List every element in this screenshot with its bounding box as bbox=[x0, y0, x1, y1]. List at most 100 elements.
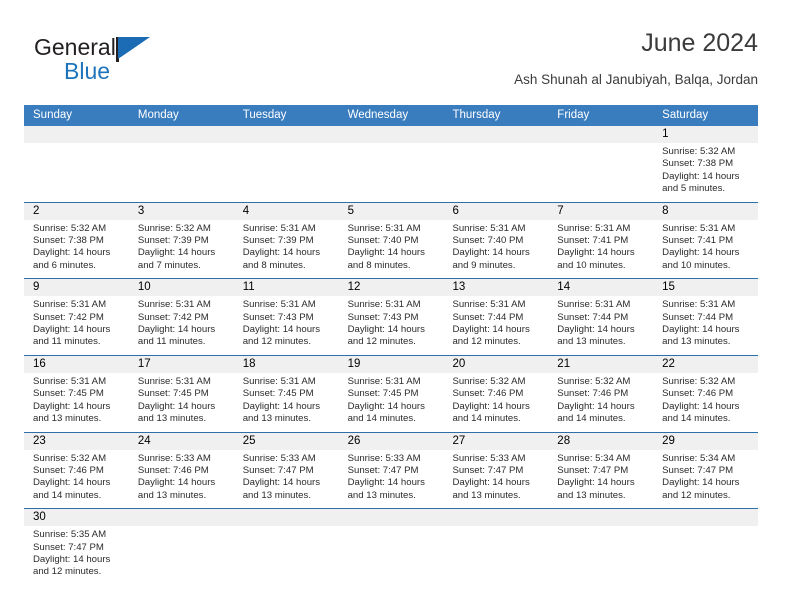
day-number: 18 bbox=[233, 355, 339, 373]
daylight-text-line1: Daylight: 14 hours bbox=[662, 324, 740, 336]
day-number bbox=[548, 509, 654, 527]
sunset-text: Sunset: 7:41 PM bbox=[557, 235, 629, 247]
calendar-day-cell[interactable]: 26 Sunrise: 5:33 AM Sunset: 7:47 PM Dayligh… bbox=[338, 432, 444, 509]
sunset-text: Sunset: 7:44 PM bbox=[662, 311, 734, 323]
sunset-text: Sunset: 7:47 PM bbox=[33, 541, 104, 553]
calendar-day-cell[interactable]: 27 Sunrise: 5:33 AM Sunset: 7:47 PM Dayligh… bbox=[443, 432, 549, 509]
sunrise-text: Sunrise: 5:31 AM bbox=[137, 299, 211, 311]
day-number: 1 bbox=[653, 126, 759, 143]
calendar-day-cell[interactable]: 23 Sunrise: 5:32 AM Sunset: 7:46 PM Dayligh… bbox=[24, 432, 129, 509]
sunrise-text: Sunrise: 5:31 AM bbox=[347, 375, 421, 387]
daylight-text-line2: and 10 minutes. bbox=[557, 259, 626, 271]
calendar-week-row: 30 Sunrise: 5:35 AM Sunset: 7:47 PM Dayligh… bbox=[24, 508, 759, 585]
day-details: Sunrise: 5:32 AM Sunset: 7:46 PM Daylight:… bbox=[443, 373, 548, 432]
weekday-header-monday: Monday bbox=[137, 109, 179, 121]
calendar-day-cell[interactable]: 18 Sunrise: 5:31 AM Sunset: 7:45 PM Dayligh… bbox=[233, 355, 339, 432]
calendar-day-cell[interactable]: 1 Sunrise: 5:32 AM Sunset: 7:38 PM Daylight… bbox=[653, 126, 759, 202]
day-details: Sunrise: 5:31 AM Sunset: 7:44 PM Daylight:… bbox=[443, 296, 548, 355]
daylight-text-line1: Daylight: 14 hours bbox=[557, 477, 635, 489]
calendar-day-cell-empty bbox=[233, 126, 339, 202]
day-details: Sunrise: 5:32 AM Sunset: 7:38 PM Daylight:… bbox=[653, 143, 758, 202]
daylight-text-line1: Daylight: 14 hours bbox=[452, 400, 530, 412]
day-number: 11 bbox=[233, 279, 339, 297]
calendar-day-cell[interactable]: 29 Sunrise: 5:34 AM Sunset: 7:47 PM Dayligh… bbox=[653, 432, 759, 509]
day-number: 9 bbox=[24, 279, 129, 297]
calendar-day-cell-empty bbox=[128, 126, 234, 202]
sunset-text: Sunset: 7:47 PM bbox=[662, 464, 734, 476]
sunrise-text: Sunrise: 5:31 AM bbox=[242, 375, 316, 387]
daylight-text-line2: and 13 minutes. bbox=[662, 336, 731, 348]
calendar-day-cell[interactable]: 24 Sunrise: 5:33 AM Sunset: 7:46 PM Dayligh… bbox=[128, 432, 234, 509]
sunset-text: Sunset: 7:40 PM bbox=[452, 235, 524, 247]
calendar-day-cell[interactable]: 4 Sunrise: 5:31 AM Sunset: 7:39 PM Daylight… bbox=[233, 202, 339, 279]
daylight-text-line2: and 12 minutes. bbox=[662, 489, 731, 501]
day-details: Sunrise: 5:31 AM Sunset: 7:41 PM Daylight:… bbox=[548, 220, 653, 279]
sunset-text: Sunset: 7:47 PM bbox=[347, 464, 419, 476]
sunset-text: Sunset: 7:44 PM bbox=[452, 311, 524, 323]
sunrise-text: Sunrise: 5:33 AM bbox=[452, 452, 526, 464]
calendar-day-cell[interactable]: 7 Sunrise: 5:31 AM Sunset: 7:41 PM Daylight… bbox=[548, 202, 654, 279]
calendar-day-cell[interactable]: 13 Sunrise: 5:31 AM Sunset: 7:44 PM Dayligh… bbox=[443, 279, 549, 355]
sunrise-text: Sunrise: 5:31 AM bbox=[557, 222, 631, 234]
daylight-text-line1: Daylight: 14 hours bbox=[242, 324, 321, 336]
calendar-day-cell-empty bbox=[653, 509, 759, 585]
sunset-text: Sunset: 7:47 PM bbox=[452, 464, 524, 476]
calendar-day-cell-empty bbox=[24, 126, 129, 202]
calendar-day-cell[interactable]: 11 Sunrise: 5:31 AM Sunset: 7:43 PM Dayligh… bbox=[233, 279, 339, 355]
daylight-text-line1: Daylight: 14 hours bbox=[347, 324, 425, 336]
calendar-day-cell[interactable]: 10 Sunrise: 5:31 AM Sunset: 7:42 PM Dayligh… bbox=[128, 279, 234, 355]
daylight-text-line2: and 7 minutes. bbox=[137, 259, 201, 271]
sunset-text: Sunset: 7:46 PM bbox=[33, 464, 104, 476]
day-details: Sunrise: 5:31 AM Sunset: 7:45 PM Daylight:… bbox=[339, 373, 444, 432]
day-number: 2 bbox=[24, 202, 129, 220]
sunrise-text: Sunrise: 5:32 AM bbox=[33, 222, 107, 234]
calendar-day-cell-empty bbox=[443, 509, 549, 585]
daylight-text-line2: and 8 minutes. bbox=[242, 259, 306, 271]
daylight-text-line2: and 12 minutes. bbox=[242, 336, 311, 348]
calendar-day-cell[interactable]: 9 Sunrise: 5:31 AM Sunset: 7:42 PM Daylight… bbox=[24, 279, 129, 355]
daylight-text-line2: and 12 minutes. bbox=[452, 336, 521, 348]
daylight-text-line1: Daylight: 14 hours bbox=[557, 324, 635, 336]
calendar-day-cell[interactable]: 21 Sunrise: 5:32 AM Sunset: 7:46 PM Dayligh… bbox=[548, 355, 654, 432]
calendar-day-cell[interactable]: 14 Sunrise: 5:31 AM Sunset: 7:44 PM Dayligh… bbox=[548, 279, 654, 355]
daylight-text-line1: Daylight: 14 hours bbox=[33, 324, 111, 336]
calendar-day-cell[interactable]: 3 Sunrise: 5:32 AM Sunset: 7:39 PM Daylight… bbox=[128, 202, 234, 279]
sunrise-text: Sunrise: 5:31 AM bbox=[662, 299, 736, 311]
logo-secondary-text: Blue bbox=[64, 58, 111, 84]
calendar-day-cell[interactable]: 17 Sunrise: 5:31 AM Sunset: 7:45 PM Dayligh… bbox=[128, 355, 234, 432]
calendar-day-cell[interactable]: 2 Sunrise: 5:32 AM Sunset: 7:38 PM Daylight… bbox=[24, 202, 129, 279]
day-number bbox=[24, 126, 129, 143]
day-details: Sunrise: 5:31 AM Sunset: 7:42 PM Daylight:… bbox=[129, 296, 234, 355]
sunset-text: Sunset: 7:45 PM bbox=[347, 388, 419, 400]
calendar-day-cell[interactable]: 16 Sunrise: 5:31 AM Sunset: 7:45 PM Dayligh… bbox=[24, 355, 129, 432]
calendar-day-cell[interactable]: 12 Sunrise: 5:31 AM Sunset: 7:43 PM Dayligh… bbox=[338, 279, 444, 355]
day-number: 7 bbox=[548, 202, 654, 220]
sunrise-text: Sunrise: 5:31 AM bbox=[33, 375, 107, 387]
weekday-header-row: Sunday Monday Tuesday Wednesday Thursday… bbox=[24, 105, 758, 126]
sunrise-text: Sunrise: 5:32 AM bbox=[137, 222, 211, 234]
calendar-day-cell[interactable]: 6 Sunrise: 5:31 AM Sunset: 7:40 PM Daylight… bbox=[443, 202, 549, 279]
calendar-day-cell[interactable]: 19 Sunrise: 5:31 AM Sunset: 7:45 PM Dayligh… bbox=[338, 355, 444, 432]
calendar-day-cell[interactable]: 8 Sunrise: 5:31 AM Sunset: 7:41 PM Daylight… bbox=[653, 202, 759, 279]
daylight-text-line2: and 8 minutes. bbox=[347, 259, 411, 271]
calendar-day-cell[interactable]: 25 Sunrise: 5:33 AM Sunset: 7:47 PM Dayligh… bbox=[233, 432, 339, 509]
sunset-text: Sunset: 7:47 PM bbox=[242, 464, 314, 476]
calendar-day-cell[interactable]: 22 Sunrise: 5:32 AM Sunset: 7:46 PM Dayligh… bbox=[653, 355, 759, 432]
sunrise-text: Sunrise: 5:33 AM bbox=[137, 452, 211, 464]
daylight-text-line2: and 14 minutes. bbox=[557, 413, 626, 425]
weekday-header-sunday: Sunday bbox=[33, 109, 73, 121]
calendar-day-cell[interactable]: 20 Sunrise: 5:32 AM Sunset: 7:46 PM Dayligh… bbox=[443, 355, 549, 432]
daylight-text-line2: and 13 minutes. bbox=[557, 489, 626, 501]
day-number: 28 bbox=[548, 432, 654, 450]
day-number bbox=[233, 126, 339, 143]
day-number: 3 bbox=[128, 202, 234, 220]
calendar-day-cell[interactable]: 30 Sunrise: 5:35 AM Sunset: 7:47 PM Dayligh… bbox=[24, 509, 129, 585]
calendar-day-cell[interactable]: 28 Sunrise: 5:34 AM Sunset: 7:47 PM Dayligh… bbox=[548, 432, 654, 509]
sunrise-text: Sunrise: 5:32 AM bbox=[33, 452, 107, 464]
day-details: Sunrise: 5:31 AM Sunset: 7:42 PM Daylight:… bbox=[24, 296, 129, 355]
sunset-text: Sunset: 7:43 PM bbox=[242, 311, 314, 323]
day-details: Sunrise: 5:34 AM Sunset: 7:47 PM Daylight:… bbox=[653, 450, 758, 509]
calendar-day-cell[interactable]: 5 Sunrise: 5:31 AM Sunset: 7:40 PM Daylight… bbox=[338, 202, 444, 279]
calendar-day-cell[interactable]: 15 Sunrise: 5:31 AM Sunset: 7:44 PM Dayligh… bbox=[653, 279, 759, 355]
calendar-week-row: 9 Sunrise: 5:31 AM Sunset: 7:42 PM Daylight… bbox=[24, 278, 759, 355]
